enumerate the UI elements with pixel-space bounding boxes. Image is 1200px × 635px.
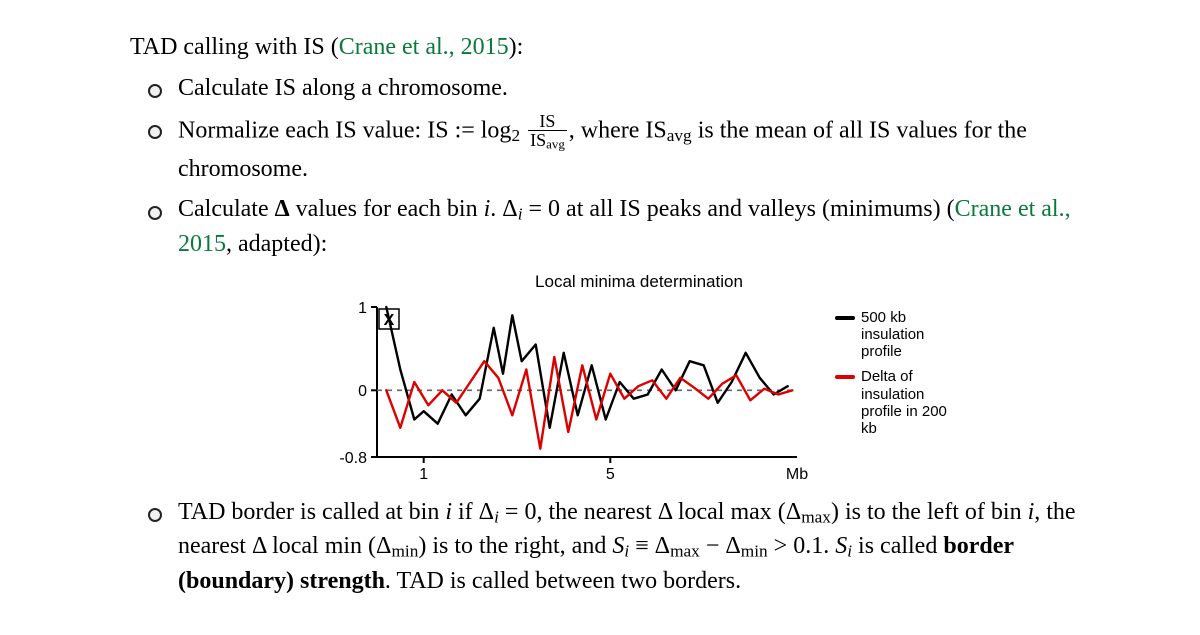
text-seg: ) is to the right, and [418, 533, 612, 559]
text-seg: . TAD is called between two borders. [385, 568, 741, 594]
subscript-2: 2 [511, 126, 520, 145]
text-seg: Calculate [178, 196, 275, 222]
subscript-max: max [801, 507, 831, 526]
text-seg: values for each bin [290, 196, 484, 222]
series-insulation-profile [386, 307, 787, 428]
bullet-calculate-delta: Calculate Δ values for each bin i. Δi = … [148, 192, 1100, 486]
fraction-denominator: ISavg [528, 130, 567, 151]
text-seg: > 0.1. [768, 533, 836, 559]
text-seg: = 0, the nearest Δ local max (Δ [499, 499, 801, 525]
text-seg: . Δ [490, 196, 517, 222]
chart-container: Local minima determination 1 0 -0.8 [178, 270, 1100, 487]
var-s: S [612, 533, 624, 559]
legend-label-delta: Delta of insulation profile in 200 kb [861, 368, 951, 437]
subscript-max: max [670, 542, 700, 561]
x-tick-5: 5 [606, 466, 615, 483]
fraction-numerator: IS [528, 112, 567, 131]
intro-line: TAD calling with IS (Crane et al., 2015)… [130, 30, 1100, 65]
text-seg: ≡ Δ [629, 533, 670, 559]
legend-swatch-red [835, 375, 855, 379]
delta-symbol-bold: Δ [275, 196, 290, 222]
bullet-calculate-is: Calculate IS along a chromosome. [148, 71, 1100, 106]
legend-label-insulation: 500 kb insulation profile [861, 309, 951, 361]
intro-suffix: ): [509, 34, 524, 60]
legend-swatch-black [835, 316, 855, 320]
subscript-min: min [741, 542, 768, 561]
x-label-mb: Mb [786, 466, 808, 483]
y-tick-1: 1 [358, 300, 367, 317]
subscript-avg: avg [667, 126, 692, 145]
bullet-list: Calculate IS along a chromosome. Normali… [148, 71, 1100, 599]
text-seg: , where IS [569, 117, 667, 143]
chart-area: 1 0 -0.8 1 5 Mb [327, 297, 951, 487]
var-s: S [835, 533, 847, 559]
text-seg: = 0 at all IS peaks and valleys (minimum… [523, 196, 955, 222]
intro-prefix: TAD calling with IS ( [130, 34, 339, 60]
legend-row-insulation: 500 kb insulation profile [835, 309, 951, 361]
text-seg: ) is to the left of bin [831, 499, 1028, 525]
text-seg: − Δ [700, 533, 741, 559]
bullet-normalize-is: Normalize each IS value: IS := log2 IS I… [148, 112, 1100, 187]
den-is: IS [530, 130, 546, 150]
citation-crane-2015[interactable]: Crane et al., 2015 [339, 34, 509, 60]
subscript-min: min [391, 542, 418, 561]
text-seg: Normalize each IS value: IS := log [178, 117, 511, 143]
bullet-tad-border: TAD border is called at bin i if Δi = 0,… [148, 495, 1100, 599]
text-seg: is called [852, 533, 943, 559]
den-avg-sub: avg [546, 137, 565, 152]
legend-row-delta: Delta of insulation profile in 200 kb [835, 368, 951, 437]
bullet-text: Calculate IS along a chromosome. [178, 75, 508, 101]
x-tick-1: 1 [419, 466, 428, 483]
y-tick-neg: -0.8 [339, 450, 367, 467]
text-seg: , adapted): [226, 231, 327, 257]
var-i: i [445, 499, 452, 525]
fraction-is-over-isavg: IS ISavg [528, 112, 567, 152]
text-seg: TAD border is called at bin [178, 499, 445, 525]
y-tick-0: 0 [358, 383, 367, 400]
chart-title: Local minima determination [535, 270, 743, 295]
text-seg: if Δ [452, 499, 494, 525]
line-chart: 1 0 -0.8 1 5 Mb [327, 297, 827, 487]
slide-content: TAD calling with IS (Crane et al., 2015)… [0, 0, 1200, 635]
chart-legend: 500 kb insulation profile Delta of insul… [835, 309, 951, 446]
